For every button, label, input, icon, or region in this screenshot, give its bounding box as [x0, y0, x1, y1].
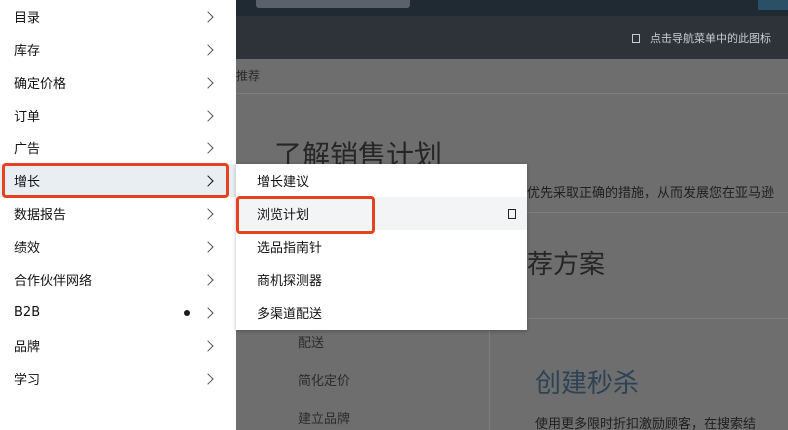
menu-item-partner-network[interactable]: 合作伙伴网络: [0, 263, 236, 296]
submenu-item-growth-recommendations[interactable]: 增长建议: [236, 164, 527, 197]
promo-title: 创建秒杀: [535, 369, 640, 399]
search-box: [256, 0, 410, 8]
top-right-button: [758, 0, 788, 10]
menu-item-pricing[interactable]: 确定价格: [0, 66, 236, 99]
submenu-item-label: 增长建议: [257, 175, 310, 190]
menu-item-brand[interactable]: 品牌: [0, 329, 236, 362]
chevron-right-icon: [202, 174, 214, 187]
growth-submenu: 增长建议 浏览计划 选品指南针 商机探测器 多渠道配送: [236, 164, 527, 330]
chevron-right-icon: [202, 10, 214, 23]
submenu-item-opportunity-explorer[interactable]: 商机探测器: [236, 263, 527, 296]
menu-item-label: 广告: [14, 142, 41, 157]
chevron-right-icon: [202, 76, 214, 89]
menu-item-label: 合作伙伴网络: [14, 274, 93, 289]
menu-item-label: 目录: [14, 11, 41, 26]
menu-item-reports[interactable]: 数据报告: [0, 197, 236, 230]
divider: [527, 212, 788, 213]
side-link: 建立品牌: [298, 412, 351, 427]
divider: [236, 93, 788, 94]
menu-item-orders[interactable]: 订单: [0, 99, 236, 132]
chevron-right-icon: [202, 43, 214, 56]
menu-item-label: 品牌: [14, 340, 41, 355]
menu-item-label: 订单: [14, 110, 41, 125]
submenu-item-label: 选品指南针: [257, 241, 323, 256]
submenu-item-multi-channel-fulfillment[interactable]: 多渠道配送: [236, 296, 527, 329]
page-description: 优先采取正确的措施，从而发展您在亚马逊: [527, 186, 775, 201]
menu-item-inventory[interactable]: 库存: [0, 33, 236, 66]
menu-item-label: 确定价格: [14, 77, 67, 92]
menu-item-label: 数据报告: [14, 208, 67, 223]
promo-description: 使用更多限时折扣激励顾客，在搜索结: [535, 417, 757, 430]
submenu-item-product-opportunity[interactable]: 选品指南针: [236, 230, 527, 263]
bookmark-icon[interactable]: [508, 208, 516, 219]
panel-divider: [489, 318, 490, 430]
menu-item-label: 增长: [14, 175, 41, 190]
breadcrumb: 推荐: [236, 69, 261, 83]
chevron-right-icon: [202, 141, 214, 154]
menu-item-label: 绩效: [14, 241, 41, 256]
nav-hint-text: 点击导航菜单中的此图标: [650, 32, 771, 45]
bookmark-icon: [632, 34, 640, 43]
chevron-right-icon: [202, 240, 214, 253]
notification-dot: [184, 309, 190, 316]
side-link: 配送: [298, 336, 325, 351]
menu-item-learn[interactable]: 学习: [0, 362, 236, 395]
chevron-right-icon: [202, 306, 214, 319]
chevron-right-icon: [202, 109, 214, 122]
menu-item-label: 学习: [14, 373, 41, 388]
section-title: 荐方案: [527, 250, 606, 280]
menu-item-b2b[interactable]: B2B: [0, 296, 236, 329]
chevron-right-icon: [202, 207, 214, 220]
chevron-right-icon: [202, 273, 214, 286]
chevron-right-icon: [202, 339, 214, 352]
submenu-item-browse-programs[interactable]: 浏览计划: [236, 197, 527, 230]
menu-item-catalog[interactable]: 目录: [0, 0, 236, 33]
side-link: 简化定价: [298, 374, 351, 389]
menu-item-label: B2B: [14, 305, 41, 320]
menu-item-label: 库存: [14, 44, 41, 59]
submenu-item-label: 商机探测器: [257, 274, 323, 289]
menu-item-advertising[interactable]: 广告: [0, 131, 236, 164]
submenu-item-label: 浏览计划: [257, 208, 310, 223]
menu-item-performance[interactable]: 绩效: [0, 230, 236, 263]
main-menu: 目录 库存 确定价格 订单 广告 增长 数据报告 绩效 合作伙伴网络 B2B 品…: [0, 0, 236, 430]
nav-hint: 点击导航菜单中的此图标: [632, 30, 771, 46]
submenu-item-label: 多渠道配送: [257, 307, 323, 322]
menu-item-growth[interactable]: 增长: [0, 164, 236, 197]
chevron-right-icon: [202, 372, 214, 385]
